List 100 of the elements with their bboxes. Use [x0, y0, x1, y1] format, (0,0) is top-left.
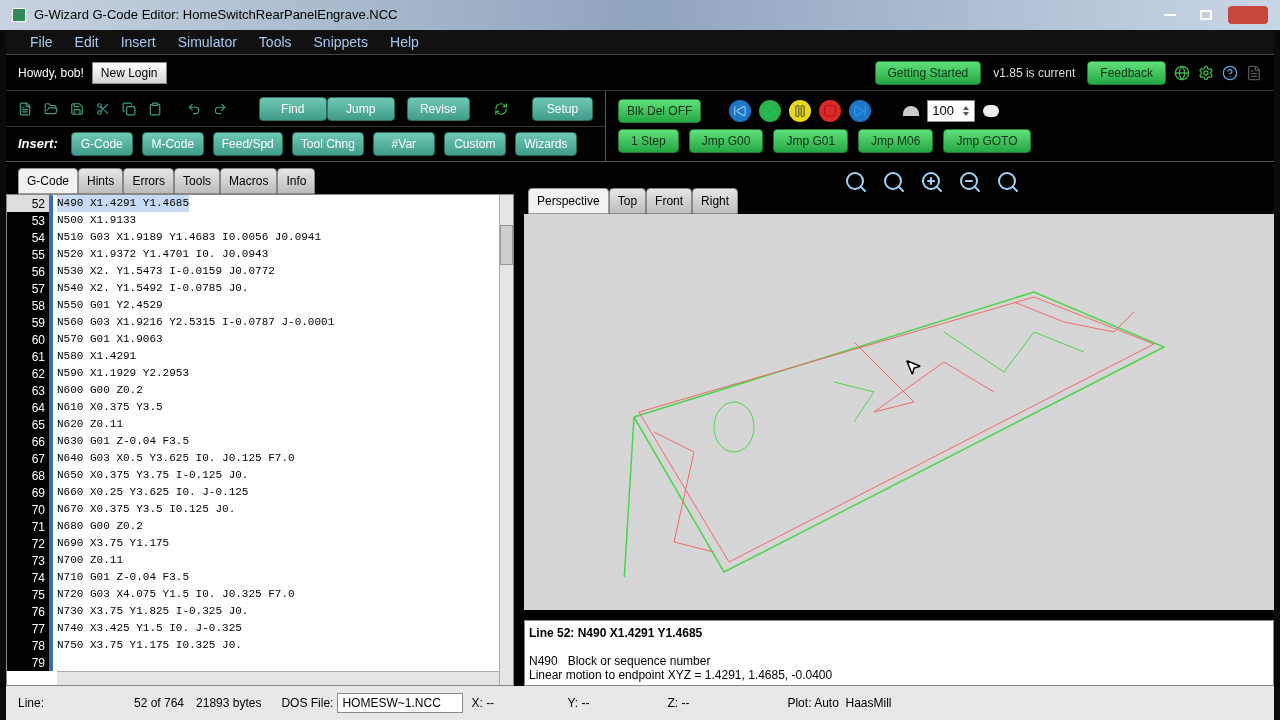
- zoom-icon[interactable]: [882, 170, 906, 194]
- code-line[interactable]: N690 X3.75 Y1.175: [57, 535, 170, 552]
- code-line[interactable]: N510 G03 X1.9189 Y1.4683 I0.0056 J0.0941: [57, 229, 322, 246]
- tab[interactable]: Errors: [123, 168, 175, 194]
- menu-item[interactable]: Insert: [120, 31, 156, 53]
- line-number: 62: [7, 365, 53, 382]
- toolbar-icon[interactable]: [148, 100, 163, 117]
- menu-item[interactable]: Tools: [258, 31, 292, 53]
- line-number: 57: [7, 280, 53, 297]
- rewind-icon[interactable]: [729, 100, 752, 122]
- tab[interactable]: Perspective: [528, 188, 609, 214]
- code-line[interactable]: N750 X3.75 Y1.175 I0.325 J0.: [57, 637, 242, 654]
- forward-icon[interactable]: [849, 100, 872, 122]
- line-number: 64: [7, 399, 53, 416]
- code-line[interactable]: N720 G03 X4.075 Y1.5 I0. J0.325 F7.0: [57, 586, 295, 603]
- tab[interactable]: Top: [608, 188, 647, 214]
- line-position: 52 of 764: [134, 695, 185, 712]
- code-line[interactable]: N500 X1.9133: [57, 212, 137, 229]
- line-number: 68: [7, 467, 53, 484]
- code-line[interactable]: N600 G00 Z0.2: [57, 382, 143, 399]
- code-line[interactable]: N550 G01 Y2.4529: [57, 297, 163, 314]
- pause-icon[interactable]: [789, 100, 812, 122]
- code-line[interactable]: N590 X1.1929 Y2.2953: [57, 365, 190, 382]
- code-line[interactable]: N710 G01 Z-0.04 F3.5: [57, 569, 190, 586]
- tab[interactable]: Macros: [220, 168, 278, 194]
- tab[interactable]: Info: [277, 168, 316, 194]
- line-number: 55: [7, 246, 53, 263]
- speed-spinner[interactable]: 100: [927, 100, 976, 122]
- line-number: 79: [7, 654, 53, 671]
- code-line[interactable]: N570 G01 X1.9063: [57, 331, 163, 348]
- line-number: 66: [7, 433, 53, 450]
- stop-icon[interactable]: [819, 100, 842, 122]
- code-line[interactable]: N610 X0.375 Y3.5: [57, 399, 163, 416]
- code-line[interactable]: N640 G03 X0.5 Y3.625 I0. J0.125 F7.0: [57, 450, 295, 467]
- settings-icon[interactable]: [1198, 64, 1214, 81]
- spinner-arrows-icon[interactable]: [962, 104, 971, 118]
- feedback-button[interactable]: Feedback: [1087, 60, 1166, 85]
- toolbar-icon[interactable]: [70, 100, 85, 117]
- simulator-button[interactable]: 1 Step: [618, 129, 679, 153]
- toolbar-icon[interactable]: [18, 100, 33, 117]
- vertical-scrollbar[interactable]: [499, 195, 513, 685]
- refresh-icon[interactable]: [493, 100, 508, 117]
- tab[interactable]: Hints: [78, 168, 124, 194]
- code-line[interactable]: N630 G01 Z-0.04 F3.5: [57, 433, 190, 450]
- getting-started-button[interactable]: Getting Started: [874, 60, 982, 85]
- tab[interactable]: Front: [646, 188, 693, 214]
- toolbar-icon[interactable]: [122, 100, 137, 117]
- help-icon[interactable]: [1222, 64, 1238, 81]
- code-line[interactable]: N700 Z0.11: [57, 552, 123, 569]
- simulator-button[interactable]: Jmp M06: [858, 129, 934, 153]
- code-line[interactable]: N520 X1.9372 Y1.4701 I0. J0.0943: [57, 246, 269, 263]
- menu-item[interactable]: Simulator: [177, 31, 237, 53]
- code-line[interactable]: N670 X0.375 Y3.5 I0.125 J0.: [57, 501, 236, 518]
- line-number: 72: [7, 535, 53, 552]
- code-line[interactable]: N560 G03 X1.9216 Y2.5315 I-0.0787 J-0.0001: [57, 314, 335, 331]
- code-line[interactable]: N530 X2. Y1.5473 I-0.0159 J0.0772: [57, 263, 275, 280]
- greeting-text: Howdy, bob!: [18, 64, 84, 82]
- tab[interactable]: Tools: [174, 168, 221, 194]
- cursor-icon: [904, 358, 922, 376]
- new-login-button[interactable]: New Login: [91, 61, 167, 84]
- code-line[interactable]: N540 X2. Y1.5492 I-0.0785 J0.: [57, 280, 249, 297]
- zoom-icon[interactable]: [958, 170, 982, 194]
- zoom-icon[interactable]: [920, 170, 944, 194]
- line-number: 60: [7, 331, 53, 348]
- line-number: 59: [7, 314, 53, 331]
- window-title: G-Wizard G-Code Editor: HomeSwitchRearPanelEngrave.NCC: [34, 6, 398, 25]
- menu-item[interactable]: File: [30, 31, 53, 53]
- tab[interactable]: Right: [692, 188, 739, 214]
- block-delete-button[interactable]: Blk Del OFF: [618, 99, 702, 123]
- simulator-button[interactable]: Jmp GOTO: [943, 129, 1031, 153]
- code-line[interactable]: N740 X3.425 Y1.5 I0. J-0.325: [57, 620, 242, 637]
- dos-file-field[interactable]: HOMESW~1.NCC: [337, 693, 464, 713]
- horizontal-scrollbar[interactable]: [57, 671, 499, 685]
- line-number: 75: [7, 586, 53, 603]
- toolbar-icon[interactable]: [44, 100, 59, 117]
- code-line[interactable]: N660 X0.25 Y3.625 I0. J-0.125: [57, 484, 249, 501]
- tab[interactable]: G-Code: [18, 168, 79, 194]
- plot-mode: Plot: Auto HaasMill: [787, 695, 892, 712]
- code-line[interactable]: N580 X1.4291: [57, 348, 137, 365]
- menu-item[interactable]: Help: [390, 31, 419, 53]
- code-line[interactable]: N730 X3.75 Y1.825 I-0.325 J0.: [57, 603, 249, 620]
- line-number: 73: [7, 552, 53, 569]
- menu-item[interactable]: Edit: [74, 31, 99, 53]
- code-line[interactable]: N620 Z0.11: [57, 416, 123, 433]
- toolbar-icon[interactable]: [96, 100, 111, 117]
- code-line[interactable]: N680 G00 Z0.2: [57, 518, 143, 535]
- line-number: 58: [7, 297, 53, 314]
- line-number: 78: [7, 637, 53, 654]
- zoom-icon[interactable]: [844, 170, 868, 194]
- simulator-button[interactable]: Jmp G00: [688, 129, 764, 153]
- play-icon[interactable]: [759, 100, 782, 122]
- simulator-button[interactable]: Jmp G01: [773, 129, 849, 153]
- zoom-icon[interactable]: [996, 170, 1020, 194]
- globe-icon[interactable]: [1174, 64, 1190, 81]
- line-number: 56: [7, 263, 53, 280]
- line-number: 61: [7, 348, 53, 365]
- code-line[interactable]: N650 X0.375 Y3.75 I-0.125 J0.: [57, 467, 249, 484]
- menu-item[interactable]: Snippets: [313, 31, 368, 53]
- app-icon: [12, 8, 26, 22]
- document-icon[interactable]: [1246, 64, 1262, 81]
